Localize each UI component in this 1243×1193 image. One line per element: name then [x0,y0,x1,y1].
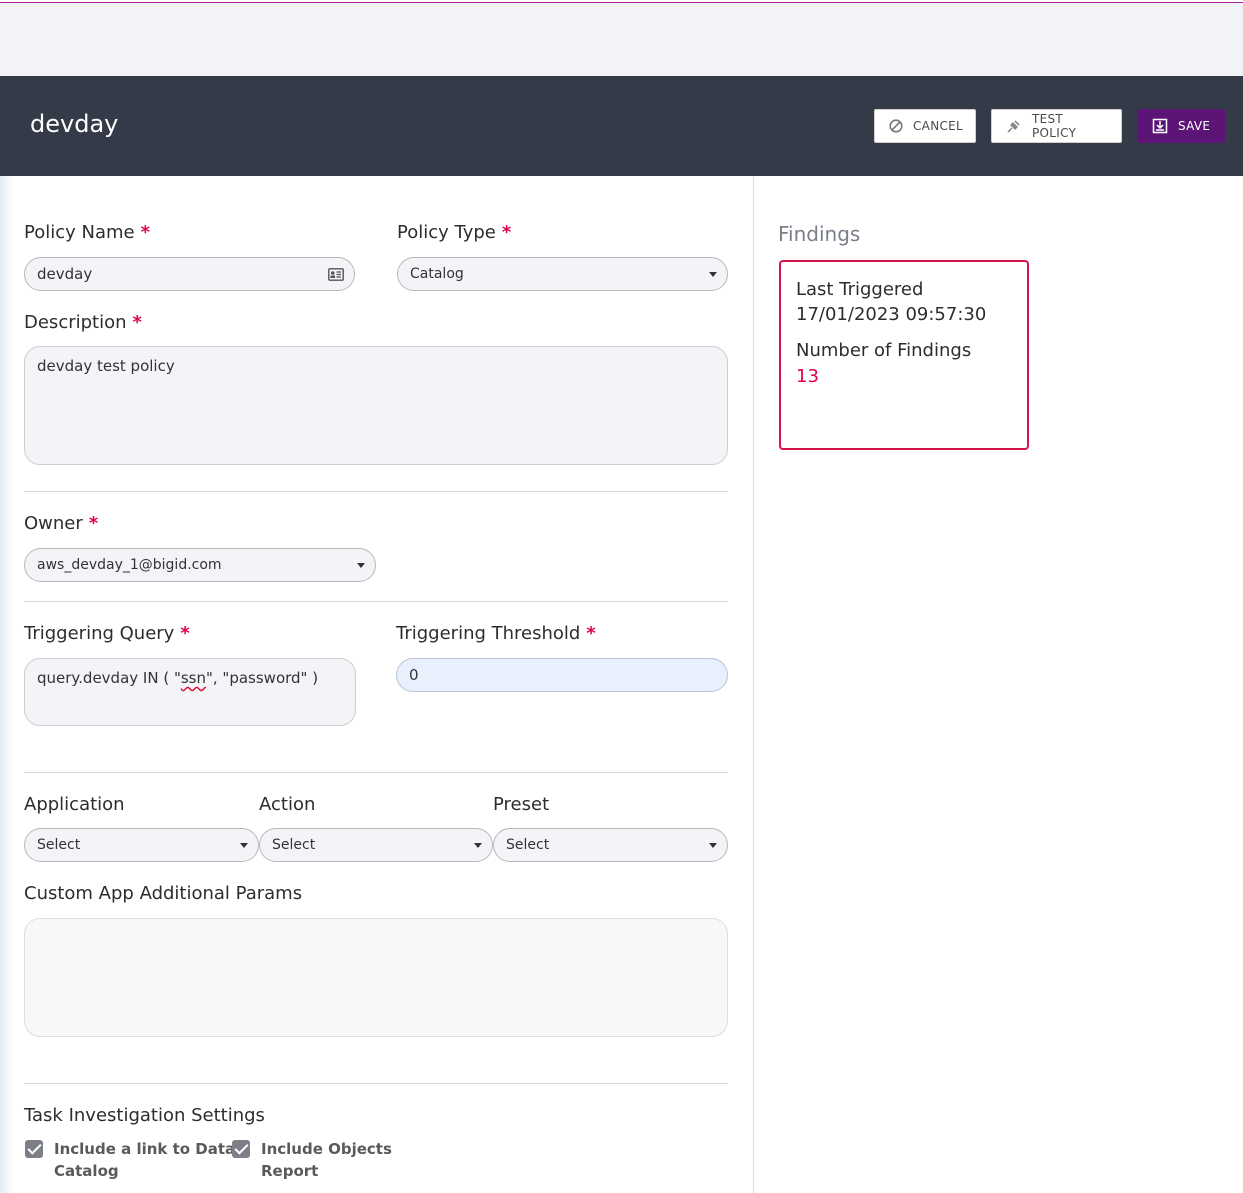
last-triggered-value: 17/01/2023 09:57:30 [796,304,987,325]
owner-value: aws_devday_1@bigid.com [37,557,222,573]
triggering-query-label: Triggering Query * [24,623,190,644]
cancel-label: CANCEL [913,119,964,133]
preset-select[interactable]: Select [493,828,728,862]
include-link-checkbox[interactable] [25,1140,43,1158]
application-value: Select [37,837,81,853]
test-policy-button[interactable]: TEST POLICY [991,109,1122,143]
required-mark: * [140,222,151,243]
panel-divider [753,176,754,1193]
plug-icon [1007,120,1020,133]
action-label: Action [259,794,316,815]
policy-name-input[interactable]: devday [24,257,355,291]
description-textarea[interactable]: devday test policy [24,346,728,465]
policy-name-label: Policy Name * [24,222,151,243]
required-mark: * [501,222,512,243]
policy-type-label: Policy Type * [397,222,512,243]
number-of-findings-value: 13 [796,366,819,387]
page-title: devday [30,110,119,138]
triggering-threshold-input[interactable]: 0 [396,658,728,692]
application-label: Application [24,794,125,815]
triggering-threshold-label: Triggering Threshold * [396,623,596,644]
left-edge-shadow [0,176,14,1193]
cancel-button[interactable]: CANCEL [874,109,976,143]
contact-card-icon [328,268,344,281]
triggering-query-input[interactable]: query.devday IN ( "ssn", "password" ) [24,658,356,726]
required-mark: * [180,623,190,644]
page-header: devday CANCEL TEST POLICY SAVE [0,76,1243,176]
include-objects-label: Include Objects Report [261,1140,392,1180]
test-policy-label: TEST POLICY [1032,112,1077,140]
preset-label: Preset [493,794,550,815]
triggering-query-value-prefix: query.devday IN ( " [37,669,181,687]
last-triggered-label: Last Triggered [796,279,924,300]
custom-params-textarea[interactable] [24,918,728,1037]
include-objects-checkbox[interactable] [232,1140,250,1158]
triggering-query-value-suffix: ", "password" ) [206,669,319,687]
policy-name-value: devday [37,265,93,283]
triggering-query-value-ssn: ssn [180,669,206,687]
findings-card: Last Triggered 17/01/2023 09:57:30 Numbe… [779,260,1029,450]
save-icon [1152,118,1168,134]
save-button[interactable]: SAVE [1137,109,1225,143]
task-settings-label: Task Investigation Settings [24,1105,265,1126]
policy-type-value: Catalog [410,266,464,282]
description-label: Description * [24,312,142,333]
custom-params-label: Custom App Additional Params [24,883,303,904]
action-value: Select [272,837,316,853]
findings-title: Findings [778,222,861,246]
top-band [0,3,1243,76]
owner-label: Owner * [24,513,99,534]
section-divider [24,1083,728,1084]
section-divider [24,491,728,492]
preset-value: Select [506,837,550,853]
action-select[interactable]: Select [259,828,493,862]
chevron-down-icon [240,843,248,848]
owner-select[interactable]: aws_devday_1@bigid.com [24,548,376,582]
section-divider [24,772,728,773]
save-label: SAVE [1178,119,1211,133]
policy-type-select[interactable]: Catalog [397,257,728,291]
required-mark: * [88,513,99,534]
include-link-label: Include a link to Data Catalog [54,1140,236,1180]
triggering-threshold-value: 0 [409,666,419,684]
application-select[interactable]: Select [24,828,259,862]
description-value: devday test policy [37,357,175,375]
chevron-down-icon [357,563,365,568]
chevron-down-icon [709,843,717,848]
chevron-down-icon [709,272,717,277]
number-of-findings-label: Number of Findings [796,340,972,361]
required-mark: * [132,312,142,333]
required-mark: * [586,623,596,644]
cancel-icon [889,119,903,133]
chevron-down-icon [474,843,482,848]
section-divider [24,601,728,602]
